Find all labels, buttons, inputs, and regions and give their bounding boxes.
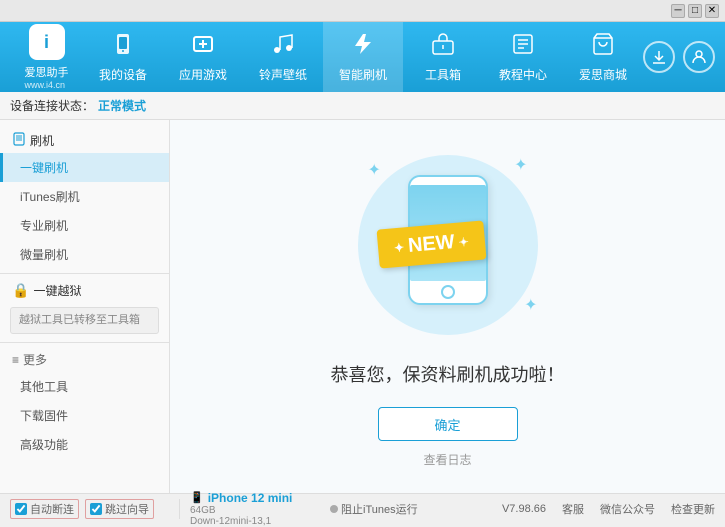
sidebar-divider-1 bbox=[0, 273, 169, 274]
nav-tutorials[interactable]: 教程中心 bbox=[483, 22, 563, 92]
smart-flash-icon bbox=[351, 32, 375, 62]
sidebar-item-advanced[interactable]: 高级功能 bbox=[0, 430, 169, 459]
status-value: 正常模式 bbox=[98, 97, 146, 114]
sidebar-item-other-tools[interactable]: 其他工具 bbox=[0, 372, 169, 401]
sidebar-item-itunes-flash[interactable]: iTunes刷机 bbox=[0, 182, 169, 211]
nav-smart-flash[interactable]: 智能刷机 bbox=[323, 22, 403, 92]
device-storage: 64GB bbox=[190, 505, 330, 516]
close-button[interactable]: ✕ bbox=[705, 4, 719, 18]
jailbreak-section-label: 一键越狱 bbox=[33, 282, 81, 299]
sparkle-1: ✦ bbox=[368, 160, 381, 180]
sparkle-2: ✦ bbox=[514, 155, 527, 175]
bottom-bar: 自动断连 跳过向导 📱 iPhone 12 mini 64GB Down-12m… bbox=[0, 493, 725, 523]
more-section-icon: ≡ bbox=[12, 353, 19, 367]
maximize-button[interactable]: □ bbox=[688, 4, 702, 18]
my-device-icon bbox=[111, 32, 135, 62]
success-text: 恭喜您，保资料刷机成功啦！ bbox=[331, 361, 565, 387]
nav-items: 我的设备 应用游戏 铃声壁纸 智能刷机 工具箱 bbox=[83, 22, 643, 92]
jailbreak-notice: 越狱工具已转移至工具箱 bbox=[10, 307, 159, 334]
confirm-button[interactable]: 确定 bbox=[378, 407, 518, 441]
update-link[interactable]: 检查更新 bbox=[671, 501, 715, 517]
success-illustration: ✦ ✦ ✦ NEW bbox=[348, 145, 548, 345]
auto-reconnect-input[interactable] bbox=[15, 503, 27, 515]
ringtones-icon bbox=[271, 32, 295, 62]
user-button[interactable] bbox=[683, 41, 715, 73]
nav-ringtones[interactable]: 铃声壁纸 bbox=[243, 22, 323, 92]
auto-reconnect-checkbox[interactable]: 自动断连 bbox=[10, 499, 79, 519]
nav-toolbox[interactable]: 工具箱 bbox=[403, 22, 483, 92]
sidebar-item-pro-flash[interactable]: 专业刷机 bbox=[0, 211, 169, 240]
sidebar-section-jailbreak: 🔒 一键越狱 bbox=[0, 278, 169, 303]
version-label: V7.98.66 bbox=[502, 503, 546, 515]
device-model: Down-12mini-13,1 bbox=[190, 516, 330, 527]
nav-apps-games[interactable]: 应用游戏 bbox=[163, 22, 243, 92]
sidebar-section-flash: 刷机 bbox=[0, 128, 169, 153]
flash-section-label: 刷机 bbox=[30, 132, 54, 149]
wechat-link[interactable]: 微信公众号 bbox=[600, 501, 655, 517]
lock-icon: 🔒 bbox=[12, 282, 29, 299]
skip-wizard-checkbox[interactable]: 跳过向导 bbox=[85, 499, 154, 519]
sparkle-3: ✦ bbox=[524, 295, 537, 315]
device-name: iPhone 12 mini bbox=[208, 491, 293, 505]
sidebar-divider-2 bbox=[0, 342, 169, 343]
title-bar: ─ □ ✕ bbox=[0, 0, 725, 22]
status-label: 设备连接状态： bbox=[10, 97, 94, 114]
sidebar-item-one-key-flash[interactable]: 一键刷机 bbox=[0, 153, 169, 182]
main-content: 刷机 一键刷机 iTunes刷机 专业刷机 微量刷机 🔒 一键越狱 越狱工具已转… bbox=[0, 120, 725, 493]
device-info: 📱 iPhone 12 mini 64GB Down-12mini-13,1 bbox=[180, 491, 330, 527]
nav-shop[interactable]: 爱思商城 bbox=[563, 22, 643, 92]
itunes-dot bbox=[330, 505, 338, 513]
apps-games-icon bbox=[191, 32, 215, 62]
itunes-status: 阻止iTunes运行 bbox=[330, 501, 418, 517]
logo-icon: i bbox=[29, 24, 65, 60]
download-button[interactable] bbox=[643, 41, 675, 73]
minimize-button[interactable]: ─ bbox=[671, 4, 685, 18]
bottom-full: 自动断连 跳过向导 📱 iPhone 12 mini 64GB Down-12m… bbox=[10, 491, 715, 527]
bottom-right: V7.98.66 客服 微信公众号 检查更新 bbox=[502, 501, 715, 517]
sidebar-section-more: ≡ 更多 bbox=[0, 347, 169, 372]
view-log-link[interactable]: 查看日志 bbox=[423, 451, 471, 468]
support-link[interactable]: 客服 bbox=[562, 501, 584, 517]
sidebar-item-download-firmware[interactable]: 下载固件 bbox=[0, 401, 169, 430]
phone-home-button bbox=[441, 285, 455, 299]
logo-text: 爱思助手 www.i4.cn bbox=[25, 64, 69, 90]
skip-wizard-input[interactable] bbox=[90, 503, 102, 515]
sidebar: 刷机 一键刷机 iTunes刷机 专业刷机 微量刷机 🔒 一键越狱 越狱工具已转… bbox=[0, 120, 170, 493]
content-area: ✦ ✦ ✦ NEW 恭喜您，保资料刷机成功啦！ 确定 查看日志 bbox=[170, 120, 725, 493]
nav-right bbox=[643, 41, 715, 73]
device-icon: 📱 bbox=[190, 491, 204, 504]
tutorials-icon bbox=[511, 32, 535, 62]
nav-my-device[interactable]: 我的设备 bbox=[83, 22, 163, 92]
top-nav: i 爱思助手 www.i4.cn 我的设备 应用游戏 铃声壁纸 bbox=[0, 22, 725, 92]
sidebar-item-micro-flash[interactable]: 微量刷机 bbox=[0, 240, 169, 269]
toolbox-icon bbox=[431, 32, 455, 62]
flash-section-icon bbox=[12, 132, 26, 149]
bottom-left: 自动断连 跳过向导 bbox=[10, 499, 180, 519]
more-section-label: 更多 bbox=[23, 351, 47, 368]
logo: i 爱思助手 www.i4.cn bbox=[10, 24, 83, 90]
status-bar: 设备连接状态： 正常模式 bbox=[0, 92, 725, 120]
shop-icon bbox=[591, 32, 615, 62]
